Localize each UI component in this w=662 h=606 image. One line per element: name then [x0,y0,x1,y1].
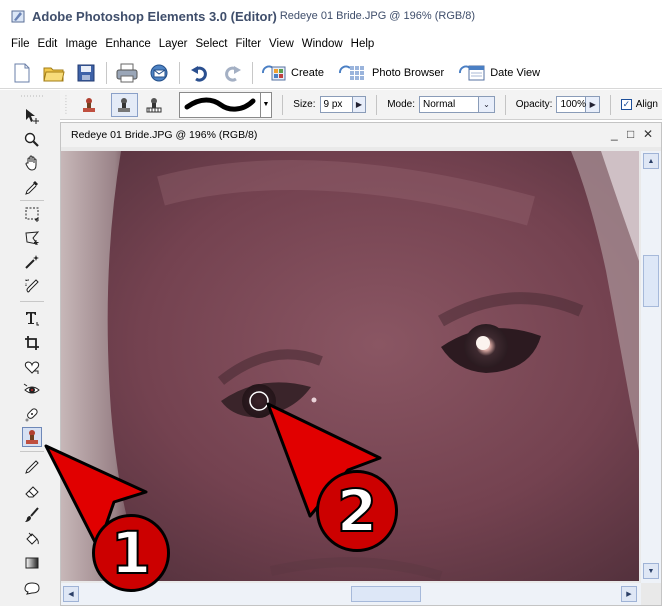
new-file-icon[interactable] [10,61,34,85]
options-separator [282,94,284,115]
scroll-up-arrow-icon[interactable]: ▲ [643,153,659,169]
menu-help[interactable]: Help [351,38,375,50]
hand-tool-icon[interactable] [22,153,42,173]
photo-browser-label: Photo Browser [372,66,445,79]
eyedropper-icon[interactable] [22,177,42,197]
create-icon [262,65,286,80]
create-button[interactable]: Create [261,63,324,83]
toolbar-separator [252,61,253,84]
stamp-tool-option-selected[interactable] [110,92,139,117]
minimize-icon[interactable]: _ [611,127,618,141]
create-label: Create [291,66,325,79]
mode-label: Mode: [387,99,415,110]
opacity-label: Opacity: [515,99,553,110]
document-title-bar: Redeye 01 Bride.JPG @ 196% (RGB/8) _ □ ✕ [61,123,661,147]
tool-options-bar: ▼ Size: 9 px ▶ Mode: Normal ⌄ Opacity: 1… [0,90,662,120]
menu-edit[interactable]: Edit [38,38,58,50]
redo-icon[interactable] [220,61,244,85]
document-title: Redeye 01 Bride.JPG @ 196% (RGB/8) [71,129,258,141]
aligned-checkbox[interactable]: ✓ [621,99,632,110]
callout-badge-2: 2 [316,470,398,552]
toolbar-separator [179,61,180,84]
pattern-stamp-icon[interactable] [140,93,167,117]
options-separator [504,94,506,115]
tool-separator [20,301,44,302]
app-icon [11,10,25,23]
shortcuts-bar: Create Photo Browser Date View [0,57,662,89]
lasso-icon[interactable] [22,228,42,248]
magic-wand-icon[interactable] [22,252,42,272]
scroll-right-arrow-icon[interactable]: ▶ [621,586,637,602]
selection-brush-icon[interactable] [22,276,42,296]
zoom-tool-icon[interactable] [22,130,42,150]
spot-healing-icon[interactable] [22,404,42,424]
chevron-down-icon[interactable]: ▼ [260,91,273,118]
title-bar: Adobe Photoshop Elements 3.0 (Editor) Re… [0,0,662,32]
size-slider-arrow[interactable]: ▶ [352,96,367,113]
photo-browser-button[interactable]: Photo Browser [338,63,444,83]
vertical-scrollbar[interactable]: ▲ ▼ [641,151,661,583]
crop-tool-icon[interactable] [22,333,42,353]
callout-number-1: 1 [110,519,152,587]
menu-select[interactable]: Select [196,38,228,50]
clone-stamp-icon [118,97,131,112]
photo-browser-icon [339,65,365,80]
save-icon[interactable] [74,61,98,85]
size-input[interactable]: 9 px [319,96,353,113]
cookie-cutter-icon[interactable] [22,357,42,377]
mode-dropdown-arrow[interactable]: ⌄ [479,96,495,113]
open-folder-icon[interactable] [42,61,66,85]
aligned-label: Align [635,99,658,110]
callout-badge-1: 1 [92,514,170,592]
menu-file[interactable]: File [11,38,30,50]
email-icon[interactable] [147,61,171,85]
app-title: Adobe Photoshop Elements 3.0 (Editor) [32,8,277,24]
move-tool-icon[interactable] [22,106,42,126]
menu-view[interactable]: View [269,38,294,50]
date-view-label: Date View [490,66,541,79]
vertical-scroll-thumb[interactable] [643,255,659,307]
horizontal-scroll-thumb[interactable] [351,586,421,602]
restore-icon[interactable]: □ [627,127,634,141]
print-icon[interactable] [115,61,139,85]
date-view-button[interactable]: Date View [458,63,540,83]
red-eye-icon[interactable] [22,380,42,400]
scroll-down-arrow-icon[interactable]: ▼ [643,563,659,579]
size-label: Size: [293,99,316,110]
brush-preview[interactable] [179,91,261,118]
type-tool-icon[interactable] [22,308,42,328]
callout-number-2: 2 [336,477,378,545]
options-separator [376,94,378,115]
clone-stamp-icon[interactable] [76,93,103,117]
undo-icon[interactable] [188,61,212,85]
mode-select[interactable]: Normal [418,96,480,113]
menu-bar: File Edit Image Enhance Layer Select Fil… [0,33,662,55]
menu-enhance[interactable]: Enhance [105,38,150,50]
tool-separator [20,200,44,201]
menu-layer[interactable]: Layer [159,38,188,50]
window-doc-title: Redeye 01 Bride.JPG @ 196% (RGB/8) [279,10,476,22]
toolbar-separator [106,61,107,84]
menu-filter[interactable]: Filter [235,38,261,50]
marquee-icon[interactable] [22,204,42,224]
date-view-icon [459,65,485,80]
toolbox-grip-icon [21,95,43,97]
menu-window[interactable]: Window [302,38,343,50]
opacity-slider-arrow[interactable]: ▶ [586,96,601,113]
options-separator [610,94,611,115]
menu-image[interactable]: Image [65,38,97,50]
grip-icon [65,94,67,115]
close-icon[interactable]: ✕ [643,127,653,141]
opacity-input[interactable]: 100% [556,96,587,113]
